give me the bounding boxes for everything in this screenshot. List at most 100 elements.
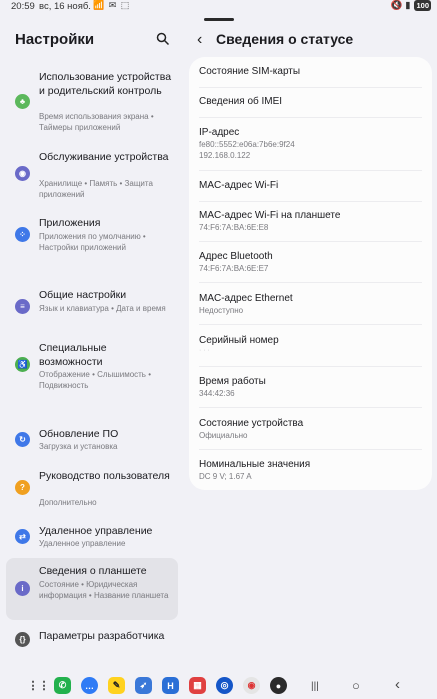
- status-right: 🔇 ▮ 100: [391, 0, 431, 11]
- divider: [199, 407, 422, 408]
- row-value: Недоступно: [199, 306, 244, 315]
- back-icon[interactable]: ‹: [395, 676, 400, 693]
- menu-item-accessibility[interactable]: ♿ Специальные возможности Отображение • …: [6, 337, 178, 395]
- row-title: Серийный номер: [199, 335, 279, 346]
- row-ethernet-mac: MAC-адрес Ethernet Недоступно: [199, 292, 424, 316]
- app-drawer-icon[interactable]: ⋮⋮: [28, 677, 50, 694]
- messages-icon[interactable]: …: [81, 677, 98, 694]
- phone-icon[interactable]: ✆: [54, 677, 71, 694]
- menu-item-software-update[interactable]: ↻ Обновление ПО Загрузка и установка: [6, 423, 178, 457]
- menu-item-subtitle: Время использования экрана • Таймеры при…: [39, 112, 154, 132]
- row-wifi-mac[interactable]: MAC-адрес Wi-Fi: [199, 179, 424, 192]
- row-rated-values: Номинальные значения DC 9 V; 1.67 A: [199, 458, 424, 482]
- game-icon[interactable]: ▦: [189, 677, 206, 694]
- row-value: 74:F6:7A:BA:6E:E8: [199, 223, 269, 232]
- arrows-icon[interactable]: ➶: [135, 677, 152, 694]
- divider: [199, 241, 422, 242]
- row-imei[interactable]: Сведения об IMEI: [199, 95, 424, 108]
- row-sim-status[interactable]: Состояние SIM-карты: [199, 65, 424, 78]
- row-title: Время работы: [199, 376, 266, 387]
- row-device-status: Состояние устройства Официально: [199, 417, 424, 441]
- h-app-icon[interactable]: H: [162, 677, 179, 694]
- settings-title: Настройки: [15, 31, 95, 48]
- menu-item-subtitle: Приложения по умолчанию • Настройки прил…: [39, 232, 146, 252]
- row-title: MAC-адрес Ethernet: [199, 293, 293, 304]
- update-icon: ↻: [15, 432, 30, 447]
- row-title: MAC-адрес Wi-Fi на планшете: [199, 210, 341, 221]
- menu-item-remote-management[interactable]: ⇄ Удаленное управление Удаленное управле…: [6, 520, 178, 554]
- menu-item-subtitle: Удаленное управление: [39, 539, 126, 548]
- row-bluetooth-address: Адрес Bluetooth 74:F6:7A:BA:6E:E7: [199, 250, 424, 274]
- menu-item-subtitle: Состояние • Юридическая информация • Наз…: [39, 580, 169, 600]
- row-title: Состояние устройства: [199, 418, 304, 429]
- row-value: DC 9 V; 1.67 A: [199, 472, 252, 481]
- remote-icon: ⇄: [15, 529, 30, 544]
- taskbar: ⋮⋮ ✆ … ✎ ➶ H ▦ ◎ ◉ ● ||| ○ ‹: [0, 675, 437, 699]
- menu-item-title: Общие настройки: [39, 289, 127, 301]
- row-value: 74:F6:7A:BA:6E:E7: [199, 264, 269, 273]
- row-value: Официально: [199, 431, 248, 440]
- maintenance-icon: ◉: [15, 166, 30, 181]
- status-time: 20:59: [11, 1, 35, 12]
- menu-item-subtitle: Дополнительно: [39, 498, 97, 507]
- menu-item-about-tablet[interactable]: i Сведения о планшете Состояние • Юридич…: [6, 558, 178, 620]
- menu-item-user-manual[interactable]: ? Руководство пользователя Дополнительно: [6, 465, 178, 511]
- menu-item-subtitle: Отображение • Слышимость • Подвижность: [39, 370, 151, 390]
- leaf-icon: ♣: [15, 94, 30, 109]
- row-title: Сведения об IMEI: [199, 96, 283, 107]
- menu-item-title: Сведения о планшете: [39, 565, 147, 577]
- status-date: вс, 16 нояб.: [39, 1, 91, 12]
- row-uptime: Время работы 344:42:36: [199, 375, 424, 399]
- info-icon: i: [15, 581, 30, 596]
- menu-item-subtitle: Загрузка и установка: [39, 442, 118, 451]
- home-icon[interactable]: ○: [352, 678, 360, 693]
- menu-item-general[interactable]: ≡ Общие настройки Язык и клавиатура • Да…: [6, 284, 178, 330]
- recents-icon[interactable]: |||: [311, 681, 319, 692]
- row-title: IP-адрес: [199, 127, 240, 138]
- status-bar: 20:59 вс, 16 нояб. 📶 ✉ ⬚ 🔇 ▮ 100: [0, 0, 437, 14]
- divider: [199, 170, 422, 171]
- menu-item-title: Специальные возможности: [39, 342, 107, 368]
- back-arrow-icon[interactable]: ‹: [197, 31, 202, 49]
- system-icons: 🔇 ▮: [390, 0, 411, 11]
- menu-item-title: Удаленное управление: [39, 525, 153, 537]
- row-serial-number[interactable]: Серийный номер · · ·: [199, 334, 424, 354]
- row-value: 344:42:36: [199, 389, 235, 398]
- menu-item-subtitle: Язык и клавиатура • Дата и время: [39, 304, 166, 313]
- divider: [199, 87, 422, 88]
- row-value: fe80::5552:e06a:7b6e:9f24 192.168.0.122: [199, 140, 295, 160]
- divider: [199, 324, 422, 325]
- menu-item-developer-options[interactable]: {} Параметры разработчика: [6, 626, 178, 652]
- row-title: Номинальные значения: [199, 459, 311, 470]
- divider: [199, 366, 422, 367]
- row-ip-address: IP-адрес fe80::5552:e06a:7b6e:9f24 192.1…: [199, 126, 424, 161]
- split-handle[interactable]: [204, 18, 234, 21]
- menu-item-device-care[interactable]: ◉ Обслуживание устройства Хранилище • Па…: [6, 146, 178, 204]
- row-title: Состояние SIM-карты: [199, 66, 301, 77]
- page-title: Сведения о статусе: [216, 31, 354, 47]
- menu-item-apps[interactable]: ⁘ Приложения Приложения по умолчанию • Н…: [6, 212, 178, 258]
- row-tablet-wifi-mac: MAC-адрес Wi-Fi на планшете 74:F6:7A:BA:…: [199, 209, 424, 233]
- manual-icon: ?: [15, 480, 30, 495]
- developer-icon: {}: [15, 632, 30, 647]
- browser-icon[interactable]: ◎: [216, 677, 233, 694]
- notification-icons: 📶 ✉ ⬚: [93, 0, 131, 10]
- search-icon[interactable]: [156, 32, 170, 46]
- divider: [199, 201, 422, 202]
- row-title: MAC-адрес Wi-Fi: [199, 180, 279, 191]
- messenger-icon[interactable]: ✎: [108, 677, 125, 694]
- menu-item-title: Руководство пользователя: [39, 470, 170, 482]
- accessibility-icon: ♿: [15, 357, 30, 372]
- menu-item-title: Приложения: [39, 217, 101, 229]
- battery-icon: 100: [414, 0, 431, 11]
- menu-item-digital-wellbeing[interactable]: ♣ Использование устройства и родительски…: [6, 66, 178, 136]
- menu-item-title: Использование устройства и родительский …: [39, 71, 172, 97]
- menu-item-title: Параметры разработчика: [39, 630, 165, 642]
- camera-icon[interactable]: ●: [270, 677, 287, 694]
- status-card: Состояние SIM-карты Сведения об IMEI IP-…: [189, 57, 432, 490]
- divider: [199, 449, 422, 450]
- menu-item-subtitle: Хранилище • Память • Защита приложений: [39, 179, 153, 199]
- chrome-icon[interactable]: ◉: [243, 677, 260, 694]
- divider: [199, 117, 422, 118]
- general-icon: ≡: [15, 299, 30, 314]
